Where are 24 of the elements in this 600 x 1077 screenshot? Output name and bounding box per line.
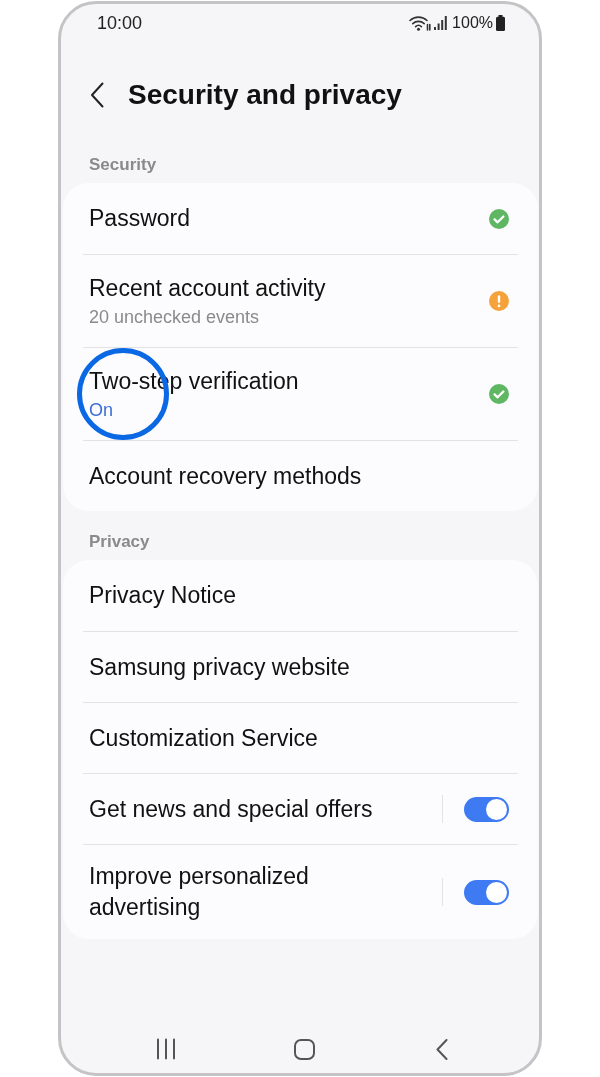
toggle-switch[interactable] bbox=[464, 879, 509, 905]
signal-icon bbox=[434, 16, 448, 30]
wifi-icon bbox=[409, 15, 432, 31]
section-label: Security bbox=[89, 155, 157, 175]
back-icon[interactable] bbox=[90, 82, 104, 108]
recent-apps-icon[interactable] bbox=[156, 1038, 176, 1060]
status-time: 10:00 bbox=[97, 12, 143, 34]
battery-percent: 100% bbox=[452, 14, 493, 32]
setting-title[interactable]: Get news and special offers bbox=[89, 793, 409, 825]
setting-title[interactable]: Samsung privacy website bbox=[89, 651, 509, 683]
section-label: Privacy bbox=[89, 532, 150, 552]
setting-title[interactable]: Account recovery methods bbox=[89, 460, 509, 492]
setting-subtitle: 20 unchecked events bbox=[89, 305, 261, 329]
setting-title[interactable]: Password bbox=[89, 203, 489, 234]
setting-title[interactable]: Improve personalized advertising bbox=[89, 861, 409, 923]
setting-title[interactable]: Recent account activity bbox=[89, 272, 489, 304]
setting-title[interactable]: Customization Service bbox=[89, 722, 509, 754]
page-title: Security and privacy bbox=[128, 79, 402, 111]
setting-subtitle: On bbox=[89, 398, 114, 422]
toggle-switch[interactable] bbox=[464, 796, 509, 822]
home-icon[interactable] bbox=[293, 1038, 315, 1060]
battery-icon bbox=[496, 15, 505, 31]
back-icon[interactable] bbox=[436, 1038, 448, 1060]
setting-title[interactable]: Privacy Notice bbox=[89, 580, 509, 611]
